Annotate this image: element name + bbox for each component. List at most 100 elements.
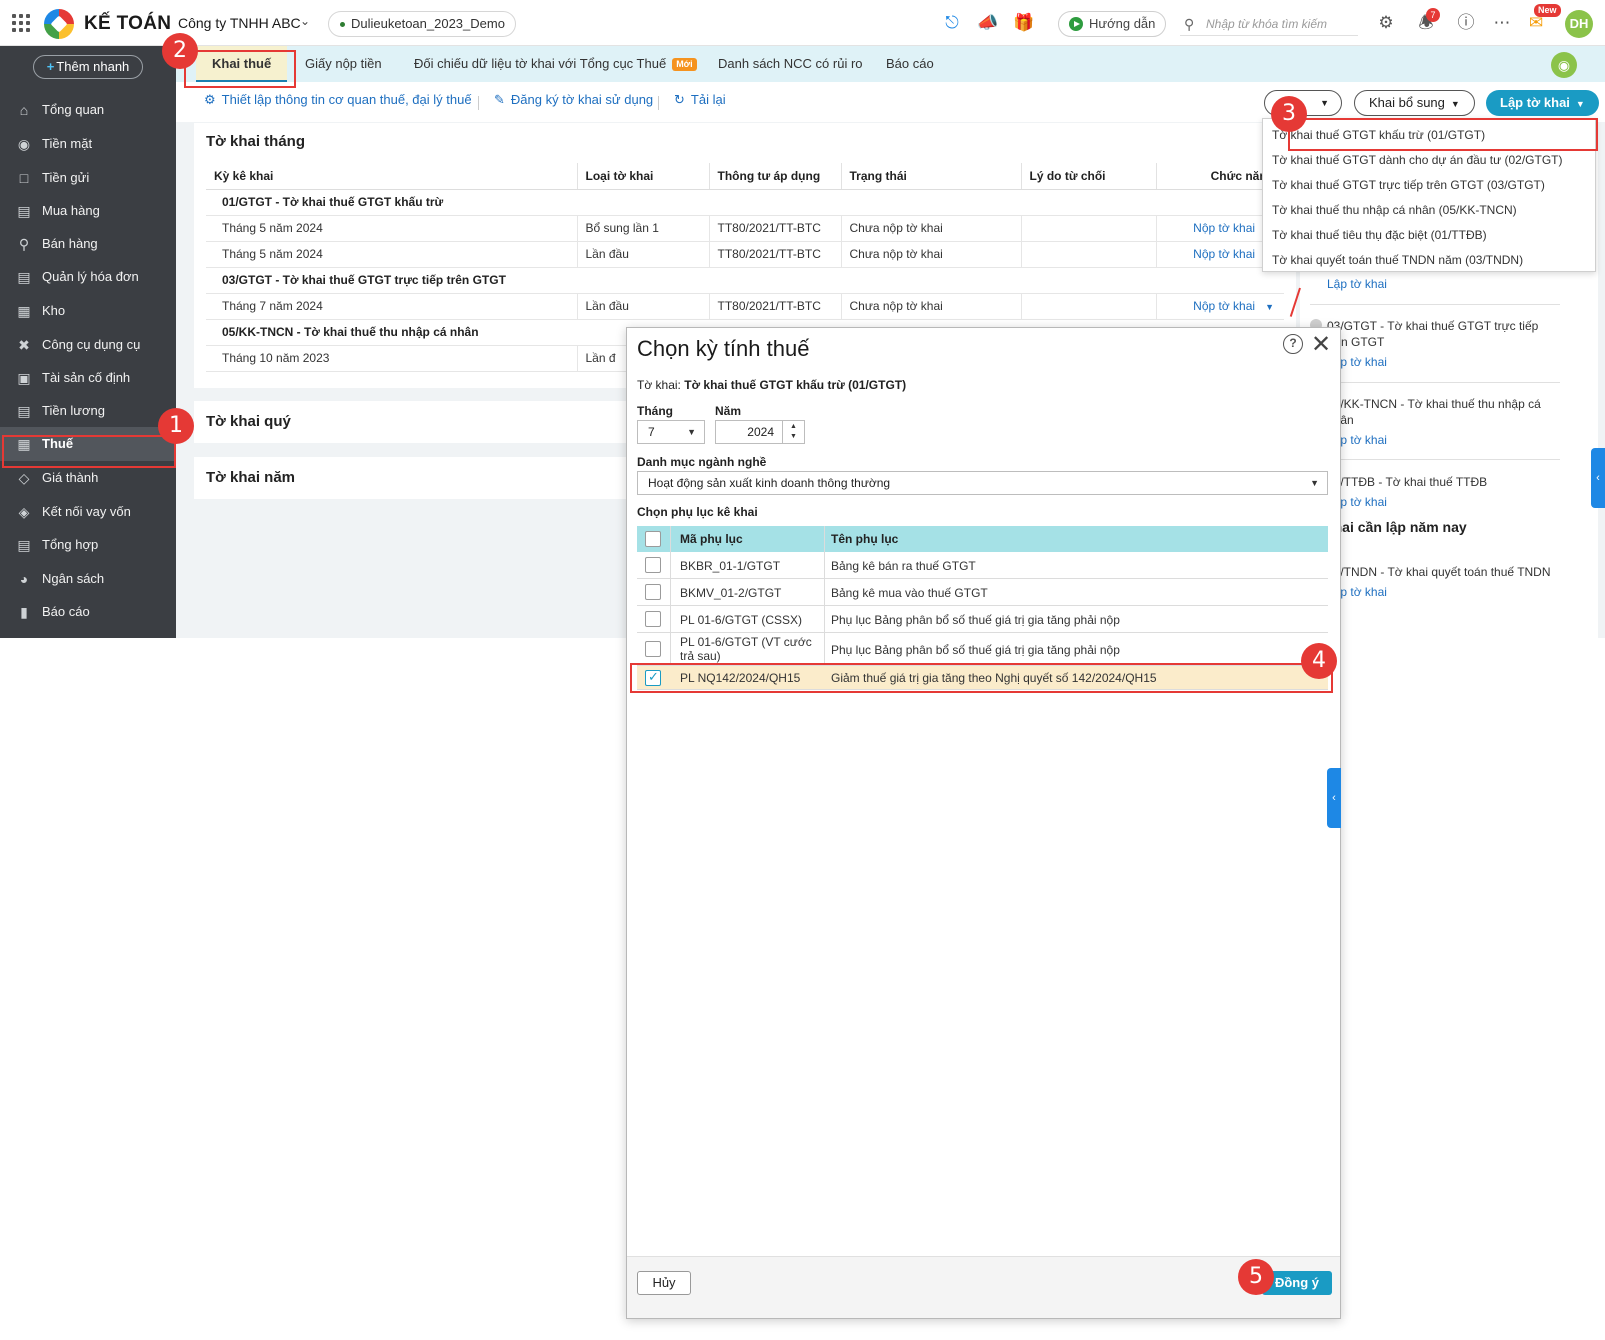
create-form-button[interactable]: Lập tờ khai ▼ xyxy=(1486,90,1599,116)
tab-bao-cao[interactable]: Báo cáo xyxy=(886,46,934,82)
menu-item-01-ttdb[interactable]: Tờ khai thuế tiêu thụ đặc biệt (01/TTĐB) xyxy=(1263,223,1595,247)
reload-label: Tải lại xyxy=(690,92,726,107)
step-badge: 5 xyxy=(1238,1259,1274,1295)
sidebar-item-kho[interactable]: ▦ Kho xyxy=(0,294,176,328)
month-select[interactable]: 7 ▼ xyxy=(637,420,705,444)
column-header: Loại tờ khai xyxy=(577,163,710,190)
spinner-arrows-icon[interactable]: ▲ ▼ xyxy=(782,421,804,443)
reload-link[interactable]: ↻ Tải lại xyxy=(674,92,726,108)
search-icon: ⚲ xyxy=(1184,16,1195,32)
create-form-link[interactable]: Lập tờ khai xyxy=(1310,432,1560,448)
table-row[interactable]: PL 01-6/GTGT (CSSX) Phụ lục Bảng phân bổ… xyxy=(637,606,1328,633)
table-row[interactable]: BKBR_01-1/GTGT Bảng kê bán ra thuế GTGT xyxy=(637,552,1328,579)
column-header: Trạng thái xyxy=(841,163,1022,190)
tab-khai-thue[interactable]: Khai thuế xyxy=(196,46,288,82)
industry-select[interactable]: Hoạt động sản xuất kinh doanh thông thườ… xyxy=(637,471,1328,495)
sidebar-item-quan-ly-hoa-don[interactable]: ▤ Quản lý hóa đơn xyxy=(0,260,176,294)
apps-grid-icon[interactable] xyxy=(12,14,30,32)
sidebar-item-cong-cu-dung-cu[interactable]: ✖ Công cụ dụng cụ xyxy=(0,328,176,362)
database-selector[interactable]: Dulieuketoan_2023_Demo xyxy=(328,11,516,37)
lightbulb-icon[interactable]: ◉ xyxy=(1551,52,1577,78)
tab-giay-nop-tien[interactable]: Giấy nộp tiền xyxy=(305,46,382,82)
step-badge: 1 xyxy=(158,408,194,444)
chevron-down-icon[interactable]: ⌄ xyxy=(300,14,310,28)
tools-icon: ✖ xyxy=(18,337,30,353)
form-name: 03/TNDN - Tờ khai quyết toán thuế TNDN xyxy=(1327,565,1551,579)
menu-item-05-kk-tncn[interactable]: Tờ khai thuế thu nhập cá nhân (05/KK-TNC… xyxy=(1263,198,1595,222)
sidebar-item-thue[interactable]: ▦ Thuế xyxy=(0,427,176,461)
right-panel-item: 03/GTGT - Tờ khai thuế GTGT trực tiếp tr… xyxy=(1310,318,1560,370)
caret-down-icon: ▼ xyxy=(1575,99,1585,109)
yearly-forms-title: Tờ khai năm xyxy=(206,469,296,486)
cancel-button[interactable]: Hủy xyxy=(637,1271,691,1295)
sidebar-item-tong-quan[interactable]: ⌂ Tổng quan xyxy=(0,93,176,127)
setup-tax-office-link[interactable]: ⚙ Thiết lập thông tin cơ quan thuế, đại l… xyxy=(204,92,472,108)
divider xyxy=(1310,459,1560,460)
sidebar-item-label: Ngân sách xyxy=(42,571,105,586)
budget-icon: ◕ xyxy=(19,571,29,587)
year-stepper[interactable]: 2024 ▲ ▼ xyxy=(715,420,805,444)
more-options-icon[interactable]: ⋯ xyxy=(1490,12,1514,34)
close-icon[interactable]: ✕ xyxy=(1311,330,1331,359)
row-checkbox[interactable] xyxy=(645,611,661,627)
table-row[interactable]: BKMV_01-2/GTGT Bảng kê mua vào thuế GTGT xyxy=(637,579,1328,606)
supplement-button[interactable]: Khai bổ sung ▼ xyxy=(1354,90,1475,116)
sidebar-item-tong-hop[interactable]: ▤ Tổng hợp xyxy=(0,528,176,562)
sidebar-item-label: Bán hàng xyxy=(42,236,98,251)
sidebar-item-tien-luong[interactable]: ▤ Tiền lương xyxy=(0,394,176,428)
menu-item-02-gtgt[interactable]: Tờ khai thuế GTGT dành cho dự án đầu tư … xyxy=(1263,148,1595,172)
sidebar-item-ngan-sach[interactable]: ◕ Ngân sách xyxy=(0,562,176,596)
download-icon[interactable]: ⎋ xyxy=(940,12,964,34)
group-label: 03/GTGT - Tờ khai thuế GTGT trực tiếp tr… xyxy=(206,267,1284,294)
register-forms-link[interactable]: ✎ Đăng ký tờ khai sử dụng xyxy=(494,92,653,108)
select-all-checkbox[interactable] xyxy=(645,531,661,547)
guide-button[interactable]: Hướng dẫn xyxy=(1058,11,1167,37)
sidebar-item-mua-hang[interactable]: ▤ Mua hàng xyxy=(0,194,176,228)
table-row[interactable]: Tháng 7 năm 2024 Lần đầu TT80/2021/TT-BT… xyxy=(206,293,1284,320)
megaphone-icon[interactable]: 📣 xyxy=(976,12,1000,34)
create-form-link[interactable]: Lập tờ khai xyxy=(1310,276,1560,292)
create-form-link[interactable]: Lập tờ khai xyxy=(1310,584,1560,600)
table-row[interactable]: PL 01-6/GTGT (VT cước trả sau) Phụ lục B… xyxy=(637,633,1328,666)
sidebar-item-tai-san-co-dinh[interactable]: ▣ Tài sản cố định xyxy=(0,361,176,395)
table-row-selected[interactable]: PL NQ142/2024/QH15 Giảm thuế giá trị gia… xyxy=(637,666,1328,690)
row-checkbox-checked[interactable] xyxy=(645,669,661,686)
menu-item-03-tndn[interactable]: Tờ khai quyết toán thuế TNDN năm (03/TND… xyxy=(1263,248,1595,272)
search-input[interactable]: ⚲ Nhập từ khóa tìm kiếm xyxy=(1180,12,1358,36)
settings-gear-icon[interactable]: ⚙ xyxy=(1374,12,1398,34)
sidebar-item-tien-gui[interactable]: □ Tiền gửi xyxy=(0,161,176,195)
tab-doi-chieu[interactable]: Đối chiếu dữ liệu tờ khai với Tổng cục T… xyxy=(414,46,697,82)
create-form-link[interactable]: Lập tờ khai xyxy=(1310,354,1560,370)
submit-form-button[interactable]: Nộp tờ khai ▼ xyxy=(1156,293,1284,320)
table-group-row: 01/GTGT - Tờ khai thuế GTGT khấu trừ xyxy=(206,189,1284,216)
gift-icon[interactable]: 🎁 xyxy=(1012,12,1036,34)
quick-add-label: Thêm nhanh xyxy=(56,59,130,74)
menu-item-03-gtgt[interactable]: Tờ khai thuế GTGT trực tiếp trên GTGT (0… xyxy=(1263,173,1595,197)
tab-danh-sach-ncc[interactable]: Danh sách NCC có rủi ro xyxy=(718,46,863,82)
sidebar-item-bao-cao[interactable]: ▮ Báo cáo xyxy=(0,595,176,629)
appendix-name: Giảm thuế giá trị gia tăng theo Nghị quy… xyxy=(831,671,1157,685)
sidebar-item-tien-mat[interactable]: ◉ Tiền mặt xyxy=(0,127,176,161)
quick-add-button[interactable]: + Thêm nhanh xyxy=(33,55,143,79)
row-checkbox[interactable] xyxy=(645,641,661,657)
price-tag-icon: ◇ xyxy=(18,470,30,486)
row-checkbox[interactable] xyxy=(645,584,661,600)
table-row[interactable]: Tháng 5 năm 2024 Lần đầu TT80/2021/TT-BT… xyxy=(206,241,1284,268)
create-form-link[interactable]: Lập tờ khai xyxy=(1310,494,1560,510)
sidebar-item-ban-hang[interactable]: ⚲ Bán hàng xyxy=(0,227,176,261)
sidebar-item-ket-noi-vay-von[interactable]: ◈ Kết nối vay vốn xyxy=(0,495,176,529)
table-row[interactable]: Tháng 5 năm 2024 Bổ sung lần 1 TT80/2021… xyxy=(206,215,1284,242)
company-selector[interactable]: Công ty TNHH ABC xyxy=(178,15,301,31)
help-icon[interactable]: ⓘ xyxy=(1454,12,1478,34)
new-badge: New xyxy=(1534,4,1561,17)
collapse-panel-tab[interactable]: ‹ xyxy=(1591,448,1605,508)
sidebar-item-gia-thanh[interactable]: ◇ Giá thành xyxy=(0,461,176,495)
user-avatar[interactable]: DH xyxy=(1565,10,1593,38)
cart-icon: ⚲ xyxy=(18,236,30,252)
row-checkbox[interactable] xyxy=(645,557,661,573)
appendix-code: BKMV_01-2/GTGT xyxy=(680,586,782,600)
help-icon[interactable]: ? xyxy=(1283,334,1303,354)
menu-item-01-gtgt[interactable]: Tờ khai thuế GTGT khấu trừ (01/GTGT) xyxy=(1263,123,1595,147)
collapse-panel-tab[interactable]: ‹ xyxy=(1327,768,1341,828)
sidebar-item-label: Quản lý hóa đơn xyxy=(42,269,139,284)
